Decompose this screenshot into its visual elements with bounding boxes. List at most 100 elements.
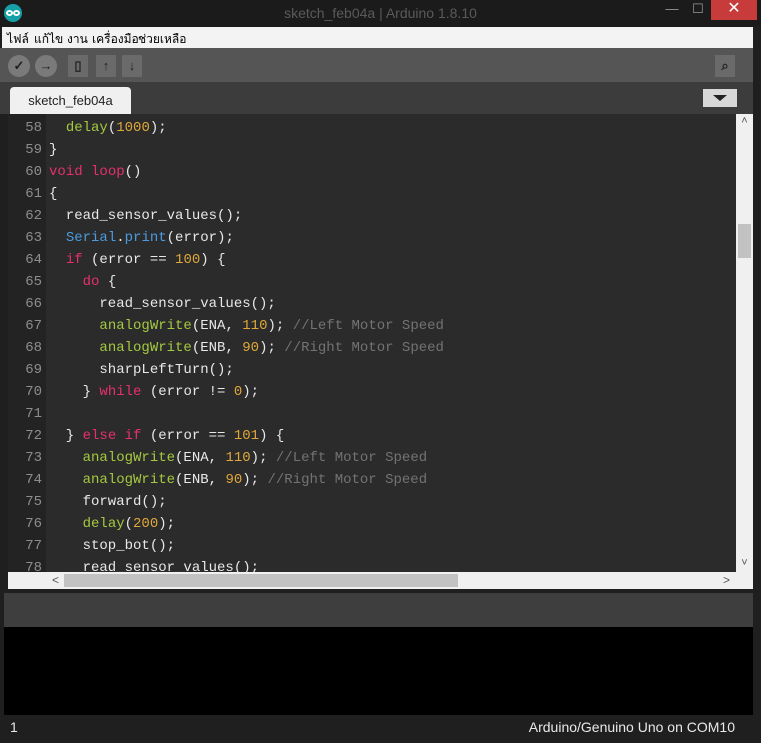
menu-edit[interactable]: แก้ไข [34, 30, 63, 49]
line-number: 70 [25, 384, 42, 400]
code-editor[interactable]: 58 delay(1000); 59} 60 void loop() 61{62 rea… [8, 114, 736, 572]
code-text: } [49, 139, 57, 161]
code-line[interactable]: 66 read_sensor_values(); [8, 293, 736, 315]
code-token: analogWrite [99, 340, 192, 356]
code-line[interactable]: 64 if (error == 100) { [8, 249, 736, 271]
code-line[interactable]: 76 delay(200); [8, 513, 736, 535]
code-token: (ENA, [175, 450, 226, 466]
line-number: 71 [25, 406, 42, 422]
code-text: read_sensor_values(); [49, 293, 275, 315]
code-token: print [124, 230, 167, 246]
scroll-down-icon[interactable]: ˅ [736, 557, 753, 569]
message-area [4, 593, 753, 627]
code-token: ) { [259, 428, 285, 444]
code-line[interactable]: 59} [8, 139, 736, 161]
title-bar: sketch_feb04a | Arduino 1.8.10 — ☐ ✕ [0, 0, 761, 27]
line-number: 68 [25, 340, 42, 356]
code-token: do [82, 274, 100, 290]
code-line[interactable]: 74 analogWrite(ENB, 90); //Right Motor S… [8, 469, 736, 491]
code-token: analogWrite [99, 318, 192, 334]
code-token: ( [107, 120, 117, 136]
code-line[interactable]: 63 Serial.print(error); [8, 227, 736, 249]
code-line[interactable]: 71 [8, 403, 736, 425]
tab-sketch[interactable]: sketch_feb04a [10, 87, 131, 115]
code-text: delay(1000); [49, 117, 167, 139]
code-line[interactable]: 73 analogWrite(ENA, 110); //Left Motor S… [8, 447, 736, 469]
code-text: do { [49, 271, 117, 293]
code-token: sharpLeftTurn(); [49, 362, 234, 378]
vertical-scroll-thumb[interactable] [738, 224, 751, 258]
code-token: while [99, 384, 142, 400]
vertical-scrollbar[interactable]: ˄ ˅ [736, 114, 753, 572]
code-line[interactable]: 62 read_sensor_values(); [8, 205, 736, 227]
code-token: ); [250, 450, 276, 466]
code-token: ) { [200, 252, 226, 268]
code-line[interactable]: 68 analogWrite(ENB, 90); //Right Motor S… [8, 337, 736, 359]
open-icon[interactable]: ↑ [96, 55, 116, 77]
maximize-button[interactable]: ☐ [686, 0, 710, 20]
code-line[interactable]: 69 sharpLeftTurn(); [8, 359, 736, 381]
code-token: } [49, 384, 100, 400]
menu-tools[interactable]: เครื่องมือ [92, 30, 139, 49]
serial-monitor-icon[interactable]: ⌕ [715, 55, 735, 77]
code-text: analogWrite(ENB, 90); //Right Motor Spee… [49, 469, 428, 491]
code-token: ); [158, 516, 176, 532]
line-number: 78 [25, 560, 42, 572]
code-token: (ENB, [191, 340, 243, 356]
upload-icon[interactable]: → [35, 55, 57, 77]
code-token: (error); [166, 230, 234, 246]
menu-help[interactable]: ช่วยเหลือ [138, 30, 187, 49]
code-line[interactable]: 77 stop_bot(); [8, 535, 736, 557]
code-line[interactable]: 67 analogWrite(ENA, 110); //Left Motor S… [8, 315, 736, 337]
line-number: 60 [25, 164, 42, 180]
code-text: analogWrite(ENA, 110); //Left Motor Spee… [49, 447, 428, 469]
scroll-right-icon[interactable]: > [723, 573, 730, 587]
new-icon[interactable]: ▯ [68, 55, 88, 77]
code-token: 110 [242, 318, 268, 334]
line-number: 63 [25, 230, 42, 246]
minimize-button[interactable]: — [660, 0, 684, 20]
code-token: //Left Motor Speed [275, 450, 428, 466]
scroll-up-icon[interactable]: ˄ [736, 115, 753, 127]
horizontal-scroll-thumb[interactable] [64, 574, 458, 587]
code-line[interactable]: 72 } else if (error == 101) { [8, 425, 736, 447]
line-number: 69 [25, 362, 42, 378]
code-line[interactable]: 70 } while (error != 0); [8, 381, 736, 403]
code-line[interactable]: 60 void loop() [8, 161, 736, 183]
scroll-left-icon[interactable]: < [52, 573, 59, 587]
line-number: 64 [25, 252, 42, 268]
line-number: 74 [25, 472, 42, 488]
code-token: 101 [233, 428, 260, 444]
code-text: void loop() [49, 161, 141, 183]
save-icon[interactable]: ↓ [122, 55, 142, 77]
code-token: (error != [141, 384, 234, 400]
console-output[interactable] [4, 627, 753, 715]
code-token: ); [242, 472, 268, 488]
horizontal-scrollbar[interactable]: < > [8, 572, 736, 589]
code-line[interactable]: 61 { [8, 183, 736, 205]
verify-icon[interactable]: ✓ [8, 55, 30, 77]
code-token: analogWrite [82, 450, 176, 466]
line-number: 66 [25, 296, 42, 312]
code-text: read_sensor_values(); [49, 557, 259, 572]
code-line[interactable]: 65 do { [8, 271, 736, 293]
code-line[interactable]: 58 delay(1000); [8, 117, 736, 139]
close-button[interactable]: ✕ [711, 0, 757, 20]
status-line-number: 1 [10, 719, 18, 735]
code-text: Serial.print(error); [49, 227, 234, 249]
code-token: if [124, 428, 142, 444]
menu-file[interactable]: ไฟล์ [7, 30, 29, 49]
toolbar: ✓ → ▯ ↑ ↓ ⌕ [0, 48, 753, 82]
tab-menu-button[interactable] [703, 89, 737, 107]
code-line[interactable]: 78 read_sensor_values(); [8, 557, 736, 572]
code-token: ); [149, 120, 167, 136]
code-token: } [49, 428, 83, 444]
scroll-corner [736, 572, 753, 589]
code-line[interactable]: 75 forward(); [8, 491, 736, 513]
menu-sketch[interactable]: งาน [67, 30, 88, 49]
